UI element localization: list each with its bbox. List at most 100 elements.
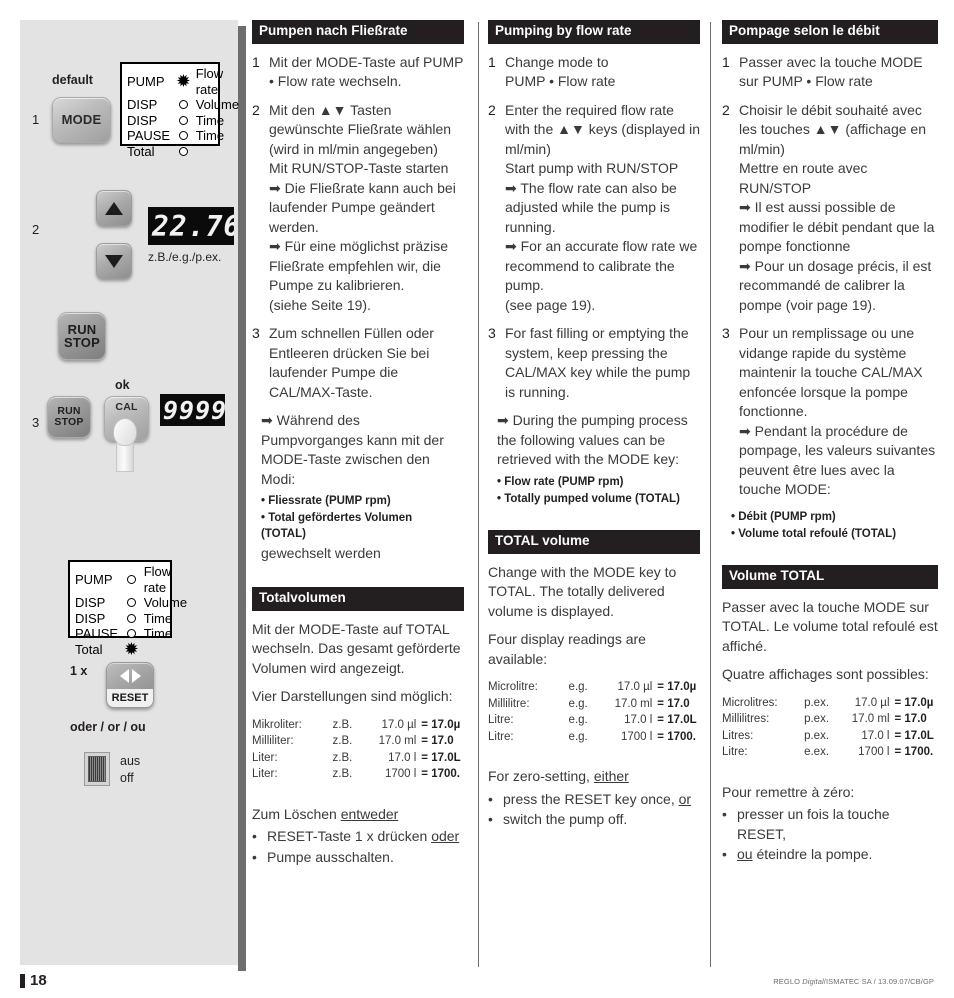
units-cell-unit: Milliliter: bbox=[252, 735, 294, 748]
step-item: 1 Mit der MODE-Taste auf PUMP • Flow rate… bbox=[252, 53, 464, 92]
column-separator-1 bbox=[478, 22, 479, 967]
bullet-item: • RESET-Taste 1 x drücken oder bbox=[252, 827, 464, 847]
units-table-row: Litre: e.g. 17.0 l = 17.0L bbox=[488, 712, 700, 729]
bullet-text: RESET-Taste 1 x drücken oder bbox=[267, 828, 460, 845]
mode-status-table: PUMP ✹ Flow rate DISP Volume DISP Time PAUSE Tim… bbox=[127, 66, 239, 159]
run-stop-button-2[interactable]: RUN STOP bbox=[47, 396, 91, 438]
step-item-number: 3 bbox=[722, 325, 730, 342]
units-cell-eg: e.g. bbox=[568, 681, 588, 694]
status-row-param bbox=[138, 642, 187, 658]
imprint-a: REGLO bbox=[773, 977, 803, 986]
step-item-number: 1 bbox=[252, 53, 260, 70]
units-table-en: Microlitre: e.g. 17.0 µl = 17.0µ Millilitre:… bbox=[488, 679, 700, 745]
step-item: 1 Change mode to PUMP • Flow rate bbox=[488, 53, 700, 92]
left-right-arrows-icon bbox=[107, 663, 153, 689]
total-para1-en: Change with the MODE key to TOTAL. The t… bbox=[488, 563, 677, 619]
note-bullets-fr: • Débit (PUMP rpm) • Volume total refoulé… bbox=[722, 509, 938, 542]
units-cell-shown: = 17.0L bbox=[421, 751, 461, 764]
run-stop-button-label-stop: STOP bbox=[64, 335, 100, 350]
run-stop-button[interactable]: RUN STOP bbox=[58, 312, 106, 360]
triangle-right-icon bbox=[131, 669, 141, 683]
led-off-icon bbox=[177, 144, 190, 160]
mode-status-indicator-box: PUMP ✹ Flow rate DISP Volume DISP Time PAUSE Tim… bbox=[120, 62, 239, 159]
bullet-marker: • bbox=[252, 828, 257, 845]
total-para1-de: Mit der MODE-Taste auf TOTAL wechseln. D… bbox=[252, 620, 461, 676]
units-table-fr: Microlitres: p.ex. 17.0 µl = 17.0µ Millilitr… bbox=[722, 695, 938, 761]
units-table-row: Millilitre: e.g. 17.0 ml = 17.0 bbox=[488, 696, 700, 713]
power-off-label-de: aus bbox=[120, 754, 141, 768]
note-bullet: • Débit (PUMP rpm) bbox=[731, 510, 836, 523]
section-title-flow-fr: Pompage selon le débit bbox=[722, 20, 938, 44]
units-cell-eg: p.ex. bbox=[804, 713, 830, 726]
units-table-row: Litre: e.g. 1700 l = 1700. bbox=[488, 729, 700, 746]
reset-intro-en-b: either bbox=[593, 768, 629, 785]
triangle-down-icon bbox=[105, 254, 123, 268]
units-cell-shown: = 1700. bbox=[894, 746, 934, 759]
step-item-text: Passer avec la touche MODE sur PUMP • Fl… bbox=[739, 53, 923, 90]
status-row: DISP Volume bbox=[127, 97, 239, 113]
bullet-text: Pumpe ausschalten. bbox=[267, 848, 394, 865]
or-label: oder / or / ou bbox=[70, 720, 146, 734]
note-bullet: • Totally pumped volume (TOTAL) bbox=[497, 492, 680, 505]
step-number-2: 2 bbox=[32, 222, 40, 237]
status-row: Total ✹ bbox=[75, 642, 187, 658]
arrow-up-button[interactable] bbox=[96, 190, 132, 226]
step-item: 2 Choisir le débit souhaité avec les touc… bbox=[722, 101, 938, 316]
status-row-mode: DISP bbox=[75, 610, 106, 626]
units-cell-shown: = 17.0L bbox=[894, 729, 934, 742]
led-on-icon: ✹ bbox=[125, 640, 138, 658]
reset-button[interactable]: RESET bbox=[106, 662, 154, 708]
units-cell-eg: z.B. bbox=[332, 751, 353, 764]
units-cell-eg: e.ex. bbox=[804, 746, 830, 759]
step-item-number: 2 bbox=[252, 101, 260, 118]
units-table-row: Liter: z.B. 17.0 l = 17.0L bbox=[252, 750, 464, 767]
units-cell-unit: Liter: bbox=[252, 751, 278, 764]
power-switch[interactable] bbox=[84, 752, 110, 786]
bullet-text: switch the pump off. bbox=[503, 811, 628, 828]
power-switch-rocker bbox=[88, 756, 106, 782]
status-row-param: Time bbox=[143, 610, 173, 626]
status-row-mode: Total bbox=[127, 143, 155, 159]
status-row: PUMP Flow rate bbox=[75, 564, 187, 595]
step-item: 2 Enter the required flow rate with the ▲… bbox=[488, 101, 700, 316]
step-item-text: Change mode to PUMP • Flow rate bbox=[505, 53, 616, 90]
status-row-param: Time bbox=[195, 128, 225, 143]
units-cell-value: 17.0 l bbox=[624, 714, 653, 727]
units-cell-value: 17.0 l bbox=[861, 729, 890, 742]
units-cell-eg: z.B. bbox=[332, 735, 353, 748]
imprint-b: Digital bbox=[802, 977, 824, 986]
ok-label: ok bbox=[115, 378, 130, 392]
led-off-icon bbox=[177, 113, 190, 129]
bullet-item: • switch the pump off. bbox=[488, 810, 700, 830]
reset-bullets-de: • RESET-Taste 1 x drücken oder • Pumpe auss… bbox=[252, 827, 464, 867]
units-cell-unit: Millilitres: bbox=[722, 713, 770, 726]
units-cell-shown: = 1700. bbox=[421, 768, 460, 781]
run-stop-button-2-label-stop: STOP bbox=[54, 416, 84, 428]
status-row: DISP Volume bbox=[75, 595, 187, 611]
units-cell-value: 17.0 ml bbox=[614, 697, 653, 710]
default-label: default bbox=[52, 73, 93, 87]
units-cell-shown: = 17.0 bbox=[894, 713, 927, 726]
units-cell-value: 17.0 ml bbox=[378, 735, 417, 748]
units-cell-value: 17.0 µl bbox=[381, 718, 417, 731]
note-bullet: • Flow rate (PUMP rpm) bbox=[497, 475, 624, 488]
step-item-text: Mit der MODE-Taste auf PUMP • Flow rate … bbox=[269, 53, 464, 90]
step-item-number: 3 bbox=[488, 325, 496, 342]
note-bullets-de: • Fliessrate (PUMP rpm) • Total gefördert… bbox=[252, 493, 464, 542]
bullet-text: press the RESET key once, or bbox=[503, 790, 692, 807]
total-para1-fr: Passer avec la touche MODE sur TOTAL. Le… bbox=[722, 598, 938, 654]
bullet-item: • presser un fois la touche RESET, bbox=[722, 805, 938, 844]
status-row-mode: PUMP bbox=[127, 73, 165, 89]
units-table-row: Litre: e.ex. 1700 l = 1700. bbox=[722, 744, 938, 761]
units-cell-value: 17.0 ml bbox=[851, 713, 890, 726]
mode-button[interactable]: MODE bbox=[52, 97, 111, 143]
bullet-marker: • bbox=[722, 846, 727, 863]
units-cell-unit: Litre: bbox=[722, 746, 748, 759]
led-off-icon bbox=[125, 626, 138, 642]
units-cell-value: 1700 l bbox=[384, 768, 417, 781]
arrow-down-button[interactable] bbox=[96, 243, 132, 279]
bullet-emphasis: oder bbox=[431, 828, 460, 845]
status-row: DISP Time bbox=[75, 611, 187, 627]
status-row-param: Time bbox=[195, 112, 225, 128]
finger-press-icon bbox=[104, 418, 146, 476]
